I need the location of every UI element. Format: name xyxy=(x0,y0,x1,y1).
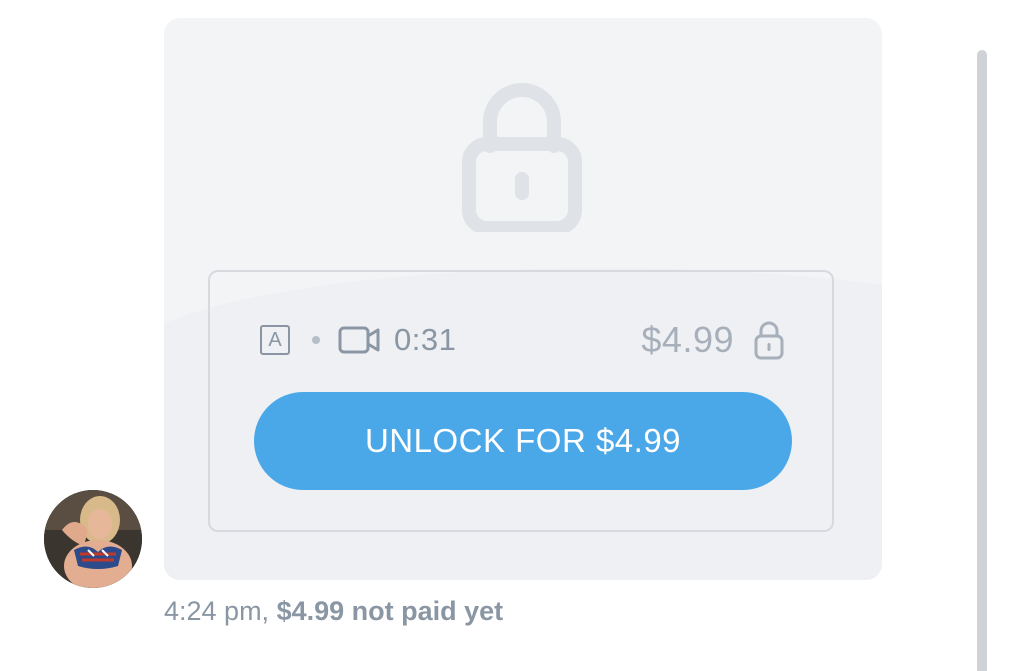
chat-page: A 0:31 $4.99 UNLOCK FOR $4.99 4:24 pm, $… xyxy=(0,0,1024,671)
text-badge-icon: A xyxy=(260,325,290,355)
media-meta-left: A 0:31 xyxy=(260,322,456,358)
lock-icon xyxy=(462,83,582,232)
badge-letter: A xyxy=(268,329,282,351)
price-lock-icon xyxy=(754,321,784,360)
video-camera-icon xyxy=(338,326,380,354)
avatar-image xyxy=(44,490,142,588)
unlock-button[interactable]: UNLOCK FOR $4.99 xyxy=(254,392,792,490)
separator-dot xyxy=(312,336,320,344)
video-duration: 0:31 xyxy=(394,322,457,357)
message-time: 4:24 pm, xyxy=(164,596,270,626)
message-timestamp: 4:24 pm, $4.99 not paid yet xyxy=(164,596,503,627)
payment-status: $4.99 not paid yet xyxy=(276,596,504,626)
scrollbar[interactable] xyxy=(977,50,987,671)
locked-media-card[interactable]: A 0:31 $4.99 UNLOCK FOR $4.99 xyxy=(164,18,882,580)
media-meta-row: A 0:31 $4.99 xyxy=(260,319,784,361)
media-price: $4.99 xyxy=(641,319,734,360)
media-price-group: $4.99 xyxy=(641,319,784,361)
media-info-box: A 0:31 $4.99 UNLOCK FOR $4.99 xyxy=(208,270,834,532)
avatar[interactable] xyxy=(44,490,142,588)
